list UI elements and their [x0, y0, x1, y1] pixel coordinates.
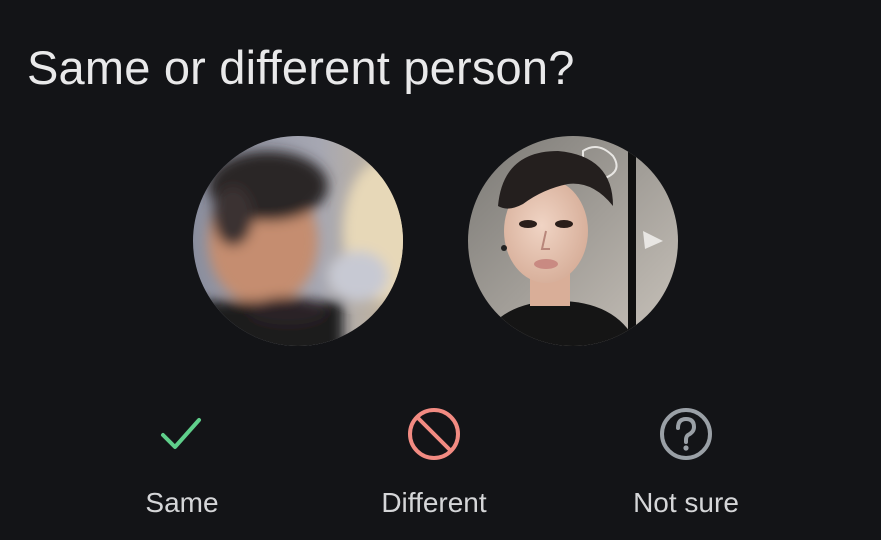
not-sure-button[interactable]: Not sure — [586, 398, 786, 528]
not-sure-label: Not sure — [633, 487, 739, 518]
different-button[interactable]: Different — [334, 398, 534, 528]
question-circle-icon — [658, 406, 714, 462]
page-title: Same or different person? — [27, 41, 575, 94]
same-label: Same — [145, 487, 219, 518]
right-face-photo — [468, 136, 678, 346]
prohibited-icon — [406, 406, 462, 462]
checkmark-icon — [154, 406, 210, 462]
left-face-photo — [193, 136, 403, 346]
same-button[interactable]: Same — [82, 398, 282, 528]
different-label: Different — [381, 487, 487, 518]
